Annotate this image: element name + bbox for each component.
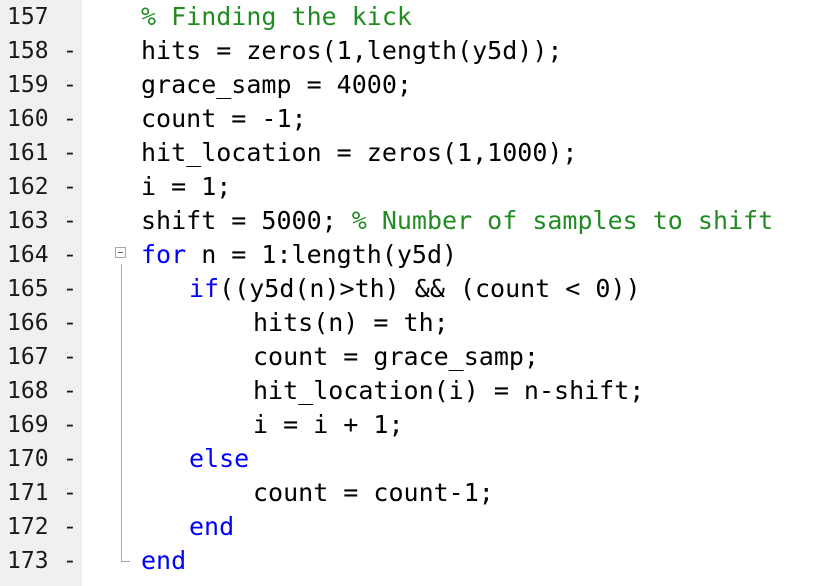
code-line[interactable]: 163- shift = 5000; % Number of samples to… xyxy=(0,204,836,238)
breakpoint-marker[interactable]: - xyxy=(63,102,77,136)
code-line[interactable]: 166- hits(n) = th; xyxy=(0,306,836,340)
line-number: 173 xyxy=(7,548,49,574)
line-number: 165 xyxy=(7,276,49,302)
code-token: i = i + 1; xyxy=(253,410,404,439)
code-line[interactable]: 171- count = count-1; xyxy=(0,476,836,510)
code-text[interactable]: count = count-1; xyxy=(253,476,494,510)
keyword-token: end xyxy=(141,546,187,575)
code-text[interactable]: for n = 1:length(y5d) xyxy=(141,238,457,272)
breakpoint-marker[interactable]: - xyxy=(63,238,77,272)
keyword-token: else xyxy=(189,444,250,473)
breakpoint-marker[interactable]: - xyxy=(63,510,77,544)
line-number: 166 xyxy=(7,310,49,336)
code-text[interactable]: end xyxy=(189,510,234,544)
keyword-token: for xyxy=(141,240,187,269)
line-number: 158 xyxy=(7,38,49,64)
code-text[interactable]: count = -1; xyxy=(141,102,307,136)
code-line[interactable]: 162- i = 1; xyxy=(0,170,836,204)
code-line[interactable]: 168- hit_location(i) = n-shift; xyxy=(0,374,836,408)
code-line[interactable]: 157 % Finding the kick xyxy=(0,0,836,34)
code-line[interactable]: 169- i = i + 1; xyxy=(0,408,836,442)
code-token: hit_location = zeros(1,1000); xyxy=(141,138,578,167)
breakpoint-marker[interactable]: - xyxy=(63,544,77,578)
line-number: 159 xyxy=(7,72,49,98)
code-line[interactable]: 159- grace_samp = 4000; xyxy=(0,68,836,102)
code-token: shift = 5000; xyxy=(141,206,352,235)
code-token: hits(n) = th; xyxy=(253,308,449,337)
keyword-token: if xyxy=(189,274,220,303)
line-number: 160 xyxy=(7,106,49,132)
breakpoint-marker[interactable]: - xyxy=(63,340,77,374)
line-number: 161 xyxy=(7,140,49,166)
line-number: 162 xyxy=(7,174,49,200)
code-line[interactable]: 160- count = -1; xyxy=(0,102,836,136)
code-line[interactable]: 158- hits = zeros(1,length(y5d)); xyxy=(0,34,836,68)
code-text[interactable]: else xyxy=(189,442,249,476)
breakpoint-marker[interactable]: - xyxy=(63,306,77,340)
breakpoint-marker[interactable]: - xyxy=(63,68,77,102)
code-line[interactable]: 165- if((y5d(n)>th) && (count < 0)) xyxy=(0,272,836,306)
code-text[interactable]: i = i + 1; xyxy=(253,408,404,442)
code-text[interactable]: grace_samp = 4000; xyxy=(141,68,412,102)
line-number: 167 xyxy=(7,344,49,370)
code-text[interactable]: i = 1; xyxy=(141,170,231,204)
line-number: 170 xyxy=(7,446,49,472)
code-text[interactable]: hits = zeros(1,length(y5d)); xyxy=(141,34,562,68)
code-token: grace_samp = 4000; xyxy=(141,70,412,99)
code-token: hits = zeros(1,length(y5d)); xyxy=(141,36,563,65)
line-number: 157 xyxy=(7,4,49,30)
collapse-block-icon[interactable] xyxy=(115,247,126,258)
line-number: 164 xyxy=(7,242,49,268)
code-token: count = grace_samp; xyxy=(253,342,539,371)
line-number: 168 xyxy=(7,378,49,404)
line-number: 163 xyxy=(7,208,49,234)
line-number: 169 xyxy=(7,412,49,438)
code-text[interactable]: % Finding the kick xyxy=(141,0,412,34)
code-text[interactable]: hit_location = zeros(1,1000); xyxy=(141,136,578,170)
code-line[interactable]: 170- else xyxy=(0,442,836,476)
code-token: hit_location(i) = n-shift; xyxy=(253,376,645,405)
code-token: ((y5d(n)>th) && (count < 0)) xyxy=(219,274,641,303)
breakpoint-marker[interactable]: - xyxy=(63,204,77,238)
breakpoint-marker[interactable]: - xyxy=(63,136,77,170)
line-number: 171 xyxy=(7,480,49,506)
comment-token: % Finding the kick xyxy=(141,2,412,31)
code-text[interactable]: count = grace_samp; xyxy=(253,340,539,374)
code-text[interactable]: hit_location(i) = n-shift; xyxy=(253,374,644,408)
code-token: count = -1; xyxy=(141,104,307,133)
line-number: 172 xyxy=(7,514,49,540)
code-line[interactable]: 167- count = grace_samp; xyxy=(0,340,836,374)
code-text[interactable]: hits(n) = th; xyxy=(253,306,449,340)
code-token: count = count-1; xyxy=(253,478,494,507)
breakpoint-marker[interactable]: - xyxy=(63,476,77,510)
code-token: i = 1; xyxy=(141,172,232,201)
breakpoint-marker[interactable]: - xyxy=(63,170,77,204)
breakpoint-marker[interactable]: - xyxy=(63,272,77,306)
fold-range-end xyxy=(121,561,130,562)
code-text[interactable]: if((y5d(n)>th) && (count < 0)) xyxy=(189,272,641,306)
code-text[interactable]: end xyxy=(141,544,186,578)
comment-token: % Number of samples to shift xyxy=(351,206,774,235)
breakpoint-marker[interactable]: - xyxy=(63,374,77,408)
code-token: n = 1:length(y5d) xyxy=(186,240,458,269)
breakpoint-marker[interactable]: - xyxy=(63,442,77,476)
code-editor[interactable]: 157% Finding the kick 158- hits = zeros(1,… xyxy=(0,0,836,586)
code-line[interactable]: 161- hit_location = zeros(1,1000); xyxy=(0,136,836,170)
keyword-token: end xyxy=(189,512,235,541)
fold-range-line xyxy=(121,264,122,562)
breakpoint-marker[interactable]: - xyxy=(63,408,77,442)
code-text[interactable]: shift = 5000; % Number of samples to shi… xyxy=(141,204,773,238)
breakpoint-marker[interactable]: - xyxy=(63,34,77,68)
code-line[interactable]: 172- end xyxy=(0,510,836,544)
